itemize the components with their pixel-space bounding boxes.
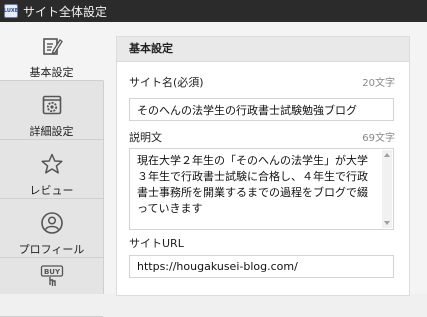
description-scrollbar[interactable]	[382, 150, 392, 228]
sidebar-item-profile[interactable]: プロフィール	[0, 199, 103, 258]
description-char-count: 69文字	[362, 133, 395, 144]
site-url-input[interactable]: https://hougakusei-blog.com/	[129, 255, 394, 278]
site-name-char-count: 20文字	[362, 78, 395, 89]
svg-text:BUY: BUY	[43, 268, 60, 276]
app-icon-text: LUXE	[3, 8, 19, 14]
edit-icon	[39, 34, 65, 58]
description-label-row: 説明文 69文字	[129, 129, 395, 145]
site-url-label-row: サイトURL	[129, 235, 395, 251]
site-url-label: サイトURL	[129, 237, 184, 250]
title-bar: LUXE サイト全体設定	[0, 0, 427, 22]
description-text: 現在大学２年生の「そのへんの法学生」が大学３年生で行政書士試験に合格し、４年生で…	[137, 154, 368, 215]
scroll-down-arrow-icon[interactable]	[384, 221, 390, 225]
scroll-up-arrow-icon[interactable]	[384, 153, 390, 157]
sidebar-item-label: レビュー	[29, 184, 74, 197]
sidebar-item-buy[interactable]: BUY	[0, 258, 103, 317]
sidebar-item-review[interactable]: レビュー	[0, 140, 103, 199]
basic-settings-panel: 基本設定 サイト名(必須) 20文字 そのへんの法学生の行政書士試験勉強ブログ …	[116, 36, 410, 296]
sidebar-item-label: 詳細設定	[29, 125, 74, 138]
buy-hand-icon: BUY	[39, 264, 65, 290]
sidebar-item-advanced-settings[interactable]: 詳細設定	[0, 81, 103, 140]
description-textarea[interactable]: 現在大学２年生の「そのへんの法学生」が大学３年生で行政書士試験に合格し、４年生で…	[129, 148, 394, 230]
panel-title: 基本設定	[117, 37, 409, 62]
star-icon	[39, 152, 65, 176]
app-icon: LUXE	[4, 4, 18, 18]
description-label: 説明文	[129, 131, 162, 144]
main-content: 基本設定 サイト名(必須) 20文字 そのへんの法学生の行政書士試験勉強ブログ …	[104, 22, 427, 296]
sidebar: 基本設定 詳細設定 レビュー プロフィール BUY	[0, 22, 104, 317]
person-icon	[39, 211, 65, 235]
window-title: サイト全体設定	[23, 4, 108, 19]
site-name-label-row: サイト名(必須) 20文字	[129, 74, 395, 90]
site-name-input[interactable]: そのへんの法学生の行政書士試験勉強ブログ	[129, 98, 394, 121]
site-name-label: サイト名(必須)	[129, 76, 204, 89]
sidebar-item-basic-settings[interactable]: 基本設定	[0, 22, 104, 81]
gear-window-icon	[39, 93, 65, 117]
sidebar-item-label: 基本設定	[29, 66, 74, 79]
sidebar-item-label: プロフィール	[18, 243, 85, 256]
